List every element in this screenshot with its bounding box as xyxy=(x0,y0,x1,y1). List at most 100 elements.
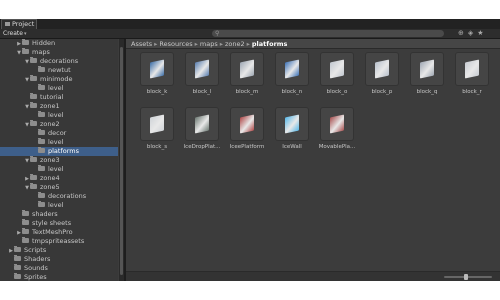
breadcrumb-item[interactable]: Assets xyxy=(131,40,152,48)
asset-name: block_p xyxy=(371,89,393,95)
platform-sprite-icon xyxy=(375,59,389,79)
tree-item[interactable]: shaders xyxy=(0,210,118,219)
asset-tile[interactable]: IceWall xyxy=(272,108,312,152)
tree-item[interactable]: tmpspriteassets xyxy=(0,237,118,246)
tree-item[interactable]: level xyxy=(0,201,118,210)
asset-tile[interactable]: block_n xyxy=(272,53,312,97)
tree-item[interactable]: level xyxy=(0,165,118,174)
tree-item-label: minimode xyxy=(40,75,73,83)
filter-by-label-icon[interactable]: ◈ xyxy=(468,29,473,38)
tree-item-label: level xyxy=(48,165,64,173)
tree-item[interactable]: ▶ Scripts xyxy=(0,246,118,255)
tree-item-label: zone4 xyxy=(40,174,60,182)
breadcrumb-item[interactable]: Resources xyxy=(159,40,192,48)
tree-item-label: decor xyxy=(48,129,67,137)
tree-item[interactable]: newtut xyxy=(0,66,118,75)
folder-icon xyxy=(14,273,21,279)
asset-name: block_q xyxy=(416,89,438,95)
zoom-slider[interactable] xyxy=(444,274,492,280)
asset-thumbnail xyxy=(276,53,308,85)
tree-item-label: Sprites xyxy=(24,273,47,281)
asset-tile[interactable]: block_q xyxy=(407,53,447,97)
tree-item[interactable]: platforms xyxy=(0,147,118,156)
tree-item[interactable]: Shaders xyxy=(0,255,118,264)
tree-item[interactable]: ▶ Hidden xyxy=(0,39,118,48)
tree-item[interactable]: ▼ zone2 xyxy=(0,120,118,129)
tree-item-label: style sheets xyxy=(32,219,72,227)
favorite-star-icon[interactable]: ★ xyxy=(477,29,483,38)
create-button[interactable]: Create xyxy=(3,29,26,39)
folder-tree: ▶ Hidden ▼ maps ▼ decorations newtut ▼ minimode l… xyxy=(0,39,118,281)
tree-item-label: zone3 xyxy=(40,156,60,164)
tree-item-label: tutorial xyxy=(40,93,64,101)
tree-item[interactable]: style sheets xyxy=(0,219,118,228)
tree-item[interactable]: level xyxy=(0,138,118,147)
folder-icon xyxy=(30,102,37,108)
tree-scrollbar-thumb[interactable] xyxy=(120,47,123,275)
folder-icon xyxy=(30,75,37,81)
asset-name: block_s xyxy=(146,144,168,150)
asset-thumbnail xyxy=(411,53,443,85)
tree-item-label: Hidden xyxy=(32,39,56,47)
breadcrumb-separator-icon: ▸ xyxy=(246,40,250,48)
asset-thumbnail xyxy=(231,108,263,140)
folder-icon xyxy=(22,219,29,225)
tree-item-label: tmpspriteassets xyxy=(32,237,85,245)
asset-tile[interactable]: block_l xyxy=(182,53,222,97)
tree-item[interactable]: level xyxy=(0,111,118,120)
platform-sprite-icon xyxy=(330,114,344,134)
tree-item[interactable]: ▼ maps xyxy=(0,48,118,57)
platform-sprite-icon xyxy=(465,59,479,79)
tree-item[interactable]: ▶ zone4 xyxy=(0,174,118,183)
breadcrumb-separator-icon: ▸ xyxy=(154,40,158,48)
folder-icon xyxy=(38,66,45,72)
tree-item[interactable]: ▼ zone5 xyxy=(0,183,118,192)
tree-item[interactable]: ▼ decorations xyxy=(0,57,118,66)
tree-item[interactable]: decor xyxy=(0,129,118,138)
breadcrumb-item[interactable]: platforms xyxy=(252,40,288,48)
tab-project-label: Project xyxy=(12,20,35,28)
tree-item[interactable]: decorations xyxy=(0,192,118,201)
breadcrumb-item[interactable]: zone2 xyxy=(225,40,245,48)
tree-item[interactable]: ▼ zone3 xyxy=(0,156,118,165)
asset-tile[interactable]: block_s xyxy=(137,108,177,152)
asset-panel: Assets ▸ Resources ▸ maps ▸ zone2 ▸ platforms bl… xyxy=(126,39,500,281)
folder-icon xyxy=(30,183,37,189)
tree-item-label: level xyxy=(48,201,64,209)
asset-tile[interactable]: IceDropPlat... xyxy=(182,108,222,152)
asset-tile[interactable]: block_r xyxy=(452,53,492,97)
platform-sprite-icon xyxy=(150,114,164,134)
asset-name: IceePlatform xyxy=(229,144,265,150)
zoom-slider-handle[interactable] xyxy=(464,274,468,280)
asset-name: block_n xyxy=(281,89,303,95)
tree-item[interactable]: Sprites xyxy=(0,273,118,281)
asset-tile[interactable]: block_k xyxy=(137,53,177,97)
tree-item-label: zone5 xyxy=(40,183,60,191)
asset-tile[interactable]: IceePlatform xyxy=(227,108,267,152)
project-window: Project Create ⚲ ⊕ ◈ ★ ▶Hidden▼maps▼deco… xyxy=(0,19,500,281)
asset-tile[interactable]: MovablePla... xyxy=(317,108,357,152)
asset-name: block_k xyxy=(146,89,168,95)
folder-icon xyxy=(38,165,45,171)
tree-item[interactable]: tutorial xyxy=(0,93,118,102)
tree-item[interactable]: ▼ zone1 xyxy=(0,102,118,111)
tree-item[interactable]: Sounds xyxy=(0,264,118,273)
asset-thumbnail xyxy=(186,108,218,140)
search-input[interactable]: ⚲ xyxy=(212,30,444,37)
asset-tile[interactable]: block_o xyxy=(317,53,357,97)
asset-tile[interactable]: block_m xyxy=(227,53,267,97)
tab-project[interactable]: Project xyxy=(1,19,37,29)
folder-icon xyxy=(14,264,21,270)
tree-item[interactable]: ▼ minimode xyxy=(0,75,118,84)
asset-tile[interactable]: block_p xyxy=(362,53,402,97)
asset-thumbnail xyxy=(321,53,353,85)
platform-sprite-icon xyxy=(195,114,209,134)
tree-item[interactable]: level xyxy=(0,84,118,93)
folder-icon xyxy=(30,93,37,99)
tree-item-label: newtut xyxy=(48,66,71,74)
breadcrumb-item[interactable]: maps xyxy=(200,40,218,48)
toolbar-icons: ⊕ ◈ ★ xyxy=(458,29,484,38)
asset-thumbnail xyxy=(456,53,488,85)
tree-item[interactable]: ▶ TextMeshPro xyxy=(0,228,118,237)
filter-by-type-icon[interactable]: ⊕ xyxy=(458,29,464,38)
